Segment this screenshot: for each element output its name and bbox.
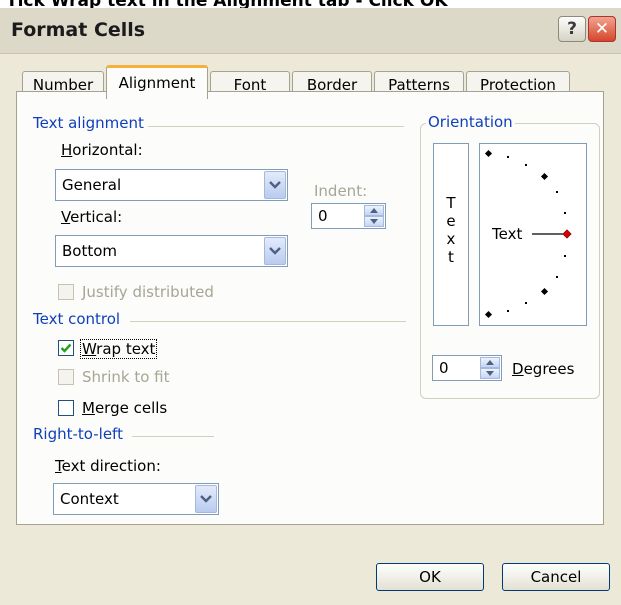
text-direction-label: Text direction: (55, 457, 161, 475)
indent-value: 0 (318, 207, 328, 225)
spin-down-icon[interactable] (364, 216, 384, 227)
horizontal-select-value: General (62, 176, 122, 194)
text-direction-value: Context (60, 490, 119, 508)
vertical-letter: t (448, 248, 454, 266)
degrees-value: 0 (439, 359, 449, 377)
close-button[interactable]: ✕ (588, 16, 616, 42)
text-control-rule (130, 321, 406, 322)
degrees-spinner[interactable]: 0 (432, 355, 502, 381)
merge-cells-label: Merge cells (82, 399, 168, 417)
justify-distributed-checkbox[interactable] (58, 284, 74, 300)
orientation-group-label: Orientation (426, 113, 515, 131)
text-alignment-group-label: Text alignment (33, 114, 148, 132)
justify-distributed-label: Justify distributed (82, 283, 214, 301)
degrees-label: Degrees (512, 360, 575, 378)
rtl-group-label: Right-to-left (33, 425, 127, 443)
cancel-button[interactable]: Cancel (502, 563, 610, 591)
horizontal-select[interactable]: General (55, 169, 288, 201)
text-control-group-label: Text control (33, 310, 125, 328)
horizontal-label: Horizontal: (61, 141, 143, 159)
merge-cells-checkbox[interactable] (58, 400, 74, 416)
chevron-down-icon[interactable] (195, 485, 217, 513)
shrink-to-fit-checkbox[interactable] (58, 369, 74, 385)
text-direction-select[interactable]: Context (53, 483, 219, 515)
indent-label: Indent: (314, 182, 368, 200)
orientation-dial[interactable]: Text (479, 143, 587, 326)
wrap-text-checkbox[interactable] (58, 340, 74, 356)
spin-up-icon[interactable] (480, 357, 500, 368)
chevron-down-icon[interactable] (264, 171, 286, 199)
tab-alignment[interactable]: Alignment (106, 65, 208, 99)
title-bar: Format Cells ? ✕ (0, 8, 621, 54)
spin-down-icon[interactable] (480, 368, 500, 379)
checkmark-icon (60, 343, 72, 353)
vertical-letter: x (446, 230, 456, 248)
vertical-letter: T (446, 194, 456, 212)
rtl-rule (132, 436, 214, 437)
vertical-letter: e (446, 212, 456, 230)
chevron-down-icon[interactable] (264, 237, 286, 265)
help-icon: ? (567, 19, 577, 39)
close-icon: ✕ (594, 19, 610, 39)
dial-text: Text (492, 225, 523, 243)
help-button[interactable]: ? (558, 16, 586, 42)
text-alignment-rule (148, 126, 404, 127)
ok-button[interactable]: OK (376, 563, 484, 591)
shrink-to-fit-label: Shrink to fit (82, 368, 170, 386)
indent-spinner[interactable]: 0 (311, 203, 386, 229)
wrap-text-label: Wrap text (80, 339, 158, 359)
spin-up-icon[interactable] (364, 205, 384, 216)
vertical-select-value: Bottom (62, 242, 118, 260)
vertical-label: Vertical: (61, 208, 123, 226)
vertical-select[interactable]: Bottom (55, 235, 288, 267)
vertical-text-orientation[interactable]: T e x t (433, 143, 469, 326)
dialog-title: Format Cells (11, 19, 146, 41)
